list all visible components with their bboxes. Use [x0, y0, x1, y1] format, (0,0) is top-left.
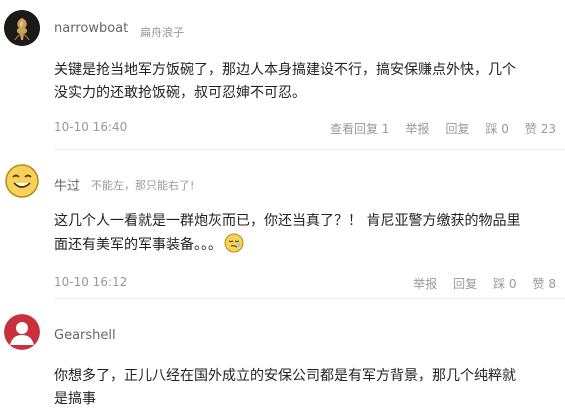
comment-item: narrowboat 扁舟浪子 关键是抢当地军方饭碗了，那边人本身搞建设不行，搞…: [0, 0, 565, 150]
report-button[interactable]: 举报: [405, 120, 429, 137]
comment-actions: 举报 回复 踩 0 赞 8: [397, 275, 556, 292]
username[interactable]: narrowboat: [54, 21, 128, 36]
comment-timestamp: 10-10 16:40: [54, 120, 128, 134]
reply-button[interactable]: 回复: [445, 120, 469, 137]
reply-button[interactable]: 回复: [453, 275, 477, 292]
user-tagline: 不能左，那只能右了!: [91, 179, 195, 192]
smiley-emoji-avatar-icon: [5, 164, 39, 198]
downvote-button[interactable]: 踩 0: [493, 275, 516, 292]
comment-text: 这几个人一看就是一群炮灰而已，你还当真了？！ 肯尼亚警方缴获的物品里 面还有美军…: [54, 210, 554, 261]
comment-line: 面还有美军的军事装备。。。: [54, 237, 222, 253]
username[interactable]: 牛过: [54, 175, 80, 194]
report-button[interactable]: 举报: [413, 275, 437, 292]
avatar[interactable]: [4, 163, 40, 199]
downvote-button[interactable]: 踩 0: [485, 120, 508, 137]
comment-line: 你想多了，正儿八经在国外成立的安保公司都是有军方背景，那几个纯粹就: [54, 368, 516, 384]
divider: [54, 298, 565, 299]
user-tagline: 扁舟浪子: [140, 26, 184, 39]
upvote-button[interactable]: 赞 8: [533, 275, 556, 292]
comment-line-with-emoji: 面还有美军的军事装备。。。: [54, 233, 554, 261]
comment-item: Gearshell 你想多了，正儿八经在国外成立的安保公司都是有军方背景，那几个…: [0, 300, 565, 415]
comment-text: 你想多了，正儿八经在国外成立的安保公司都是有军方背景，那几个纯粹就 是搞事: [54, 365, 554, 411]
comment-timestamp: 10-10 16:12: [54, 275, 128, 289]
sleepy-smiley-emoji-icon: [224, 233, 244, 261]
gold-rose-avatar-icon: [4, 10, 40, 46]
comment-line: 这几个人一看就是一群炮灰而已，你还当真了？！ 肯尼亚警方缴获的物品里: [54, 213, 521, 229]
comment-item: 牛过 不能左，那只能右了! 这几个人一看就是一群炮灰而已，你还当真了？！ 肯尼亚…: [0, 150, 565, 300]
comment-line: 没实力的还敢抢饭碗，叔可忍婶不可忍。: [54, 85, 306, 101]
comment-line: 是搞事: [54, 391, 96, 407]
avatar[interactable]: [4, 10, 40, 46]
default-user-avatar-icon: [4, 314, 40, 350]
comment-text: 关键是抢当地军方饭碗了，那边人本身搞建设不行，搞安保赚点外快，几个 没实力的还敢…: [54, 59, 554, 105]
comment-actions: 查看回复 1 举报 回复 踩 0 赞 23: [314, 120, 556, 137]
view-replies-button[interactable]: 查看回复 1: [330, 120, 389, 137]
comment-line: 关键是抢当地军方饭碗了，那边人本身搞建设不行，搞安保赚点外快，几个: [54, 62, 516, 78]
avatar[interactable]: [4, 314, 40, 350]
username[interactable]: Gearshell: [54, 328, 116, 343]
upvote-button[interactable]: 赞 23: [525, 120, 556, 137]
